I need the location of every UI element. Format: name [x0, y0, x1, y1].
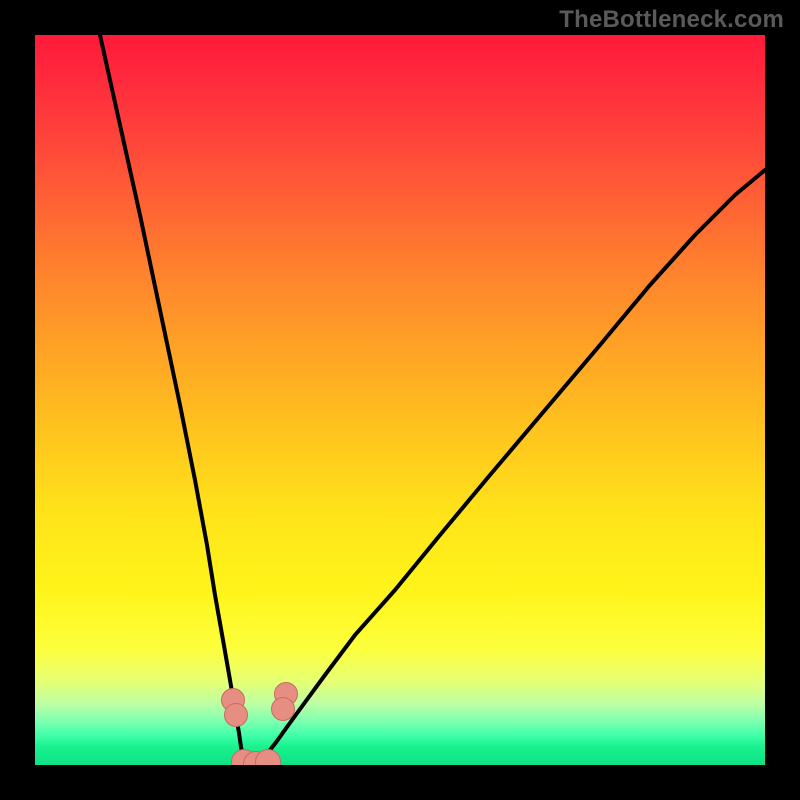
plot-area	[35, 35, 765, 765]
data-marker	[224, 703, 248, 727]
marker-layer	[35, 35, 765, 765]
chart-container: TheBottleneck.com	[0, 0, 800, 800]
watermark-text: TheBottleneck.com	[559, 6, 784, 34]
data-marker	[255, 749, 281, 765]
data-marker	[271, 697, 295, 721]
